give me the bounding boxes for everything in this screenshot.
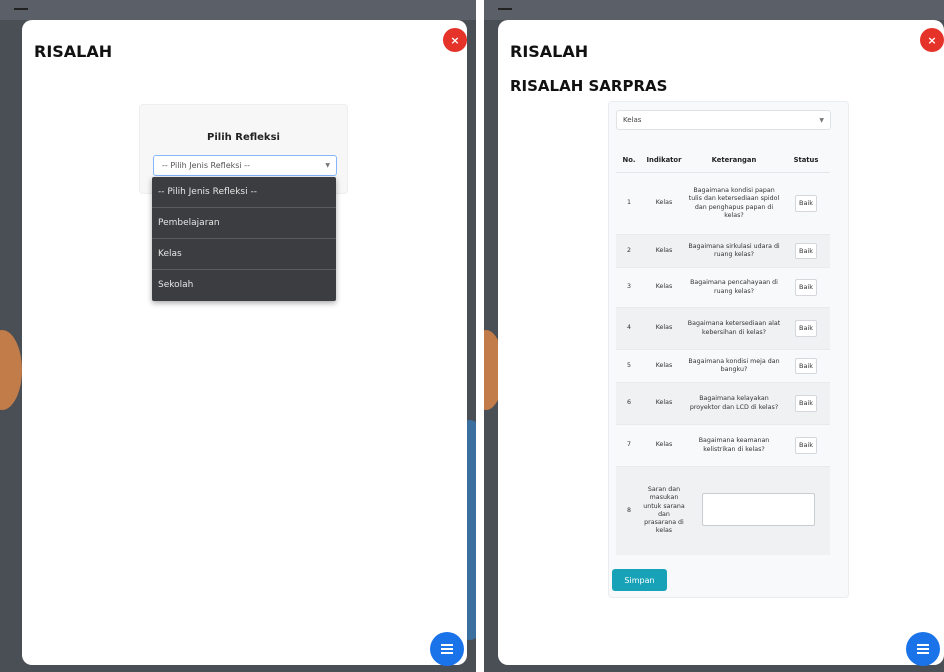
save-button[interactable]: Simpan	[612, 569, 667, 591]
row-no: 8	[616, 466, 642, 555]
screen-divider	[476, 0, 484, 672]
column-header-keterangan: Keterangan	[686, 148, 782, 173]
row-indikator: Kelas	[642, 382, 686, 425]
row-keterangan: Bagaimana sirkulasi udara di ruang kelas…	[686, 234, 782, 268]
table-row: 6 Kelas Bagaimana kelayakan proyektor da…	[616, 382, 830, 425]
modal-title: RISALAH	[34, 42, 113, 61]
row-indikator: Kelas	[642, 172, 686, 235]
table-row: 1 Kelas Bagaimana kondisi papan tulis da…	[616, 172, 830, 235]
status-select[interactable]: Baik	[794, 437, 817, 454]
column-header-no: No.	[616, 148, 642, 173]
refleksi-dropdown: -- Pilih Jenis Refleksi -- Pembelajaran …	[152, 177, 336, 301]
chevron-down-icon: ▼	[325, 162, 330, 169]
status-select[interactable]: Baik	[794, 279, 817, 296]
row-keterangan: Bagaimana kondisi papan tulis dan keters…	[686, 172, 782, 235]
row-keterangan: Bagaimana ketersediaan alat kebersihan d…	[686, 307, 782, 350]
close-icon[interactable]: ×	[920, 28, 944, 52]
row-keterangan: Bagaimana kondisi meja dan bangku?	[686, 349, 782, 383]
chevron-down-icon: ▼	[819, 117, 824, 124]
row-no: 4	[616, 307, 642, 350]
hamburger-icon	[14, 8, 28, 10]
column-header-status: Status	[782, 148, 830, 173]
dropdown-option-pembelajaran[interactable]: Pembelajaran	[152, 208, 336, 239]
row-indikator: Kelas	[642, 307, 686, 350]
left-screen: RISALAH Pilih Refleksi -- Pilih Jenis Re…	[0, 0, 476, 672]
dropdown-option-placeholder[interactable]: -- Pilih Jenis Refleksi --	[152, 177, 336, 208]
row-indikator: Kelas	[642, 234, 686, 268]
row-keterangan: Bagaimana kelayakan proyektor dan LCD di…	[686, 382, 782, 425]
dropdown-option-kelas[interactable]: Kelas	[152, 239, 336, 270]
menu-icon[interactable]	[906, 632, 940, 666]
table-row: 2 Kelas Bagaimana sirkulasi udara di rua…	[616, 234, 830, 268]
table-row: 7 Kelas Bagaimana keamanan kelistrikan d…	[616, 424, 830, 467]
row-no: 3	[616, 267, 642, 308]
row-no: 6	[616, 382, 642, 425]
row-no: 7	[616, 424, 642, 467]
status-select[interactable]: Baik	[794, 195, 817, 212]
row-indikator: Saran dan masukan untuk sarana dan prasa…	[642, 466, 686, 555]
risalah-modal: RISALAH Pilih Refleksi -- Pilih Jenis Re…	[22, 20, 467, 665]
select-value: -- Pilih Jenis Refleksi --	[162, 161, 250, 170]
row-keterangan: Bagaimana pencahayaan di ruang kelas?	[686, 267, 782, 308]
hamburger-icon	[498, 8, 512, 10]
risalah-table: No. Indikator Keterangan Status 1 Kelas …	[616, 148, 830, 555]
row-indikator: Kelas	[642, 267, 686, 308]
status-select[interactable]: Baik	[794, 242, 817, 260]
row-indikator: Kelas	[642, 349, 686, 383]
row-no: 2	[616, 234, 642, 268]
kategori-select[interactable]: Kelas ▼	[616, 110, 831, 130]
status-select[interactable]: Baik	[794, 320, 817, 337]
modal-title: RISALAH	[510, 42, 589, 61]
status-select[interactable]: Baik	[794, 395, 817, 412]
background-header	[484, 0, 944, 20]
row-no: 5	[616, 349, 642, 383]
saran-textarea[interactable]	[701, 492, 815, 526]
table-row: 8 Saran dan masukan untuk sarana dan pra…	[616, 466, 830, 555]
dropdown-option-sekolah[interactable]: Sekolah	[152, 270, 336, 301]
table-row: 4 Kelas Bagaimana ketersediaan alat kebe…	[616, 307, 830, 350]
close-icon[interactable]: ×	[443, 28, 467, 52]
table-row: 3 Kelas Bagaimana pencahayaan di ruang k…	[616, 267, 830, 308]
risalah-sarpras-modal: RISALAH RISALAH SARPRAS Kelas ▼ No. Indi…	[498, 20, 944, 665]
background-header	[0, 0, 476, 20]
column-header-indikator: Indikator	[642, 148, 686, 173]
sarpras-card: Kelas ▼ No. Indikator Keterangan Status	[608, 101, 849, 598]
table-row: 5 Kelas Bagaimana kondisi meja dan bangk…	[616, 349, 830, 383]
row-keterangan: Bagaimana keamanan kelistrikan di kelas?	[686, 424, 782, 467]
right-screen: RISALAH RISALAH SARPRAS Kelas ▼ No. Indi…	[484, 0, 944, 672]
refleksi-select[interactable]: -- Pilih Jenis Refleksi -- ▼	[153, 155, 337, 176]
modal-subtitle: RISALAH SARPRAS	[510, 77, 668, 95]
card-title: Pilih Refleksi	[207, 132, 280, 143]
background-illustration	[0, 330, 22, 410]
row-no: 1	[616, 172, 642, 235]
select-value: Kelas	[623, 116, 642, 124]
menu-icon[interactable]	[430, 632, 464, 666]
status-select[interactable]: Baik	[794, 357, 817, 375]
row-indikator: Kelas	[642, 424, 686, 467]
